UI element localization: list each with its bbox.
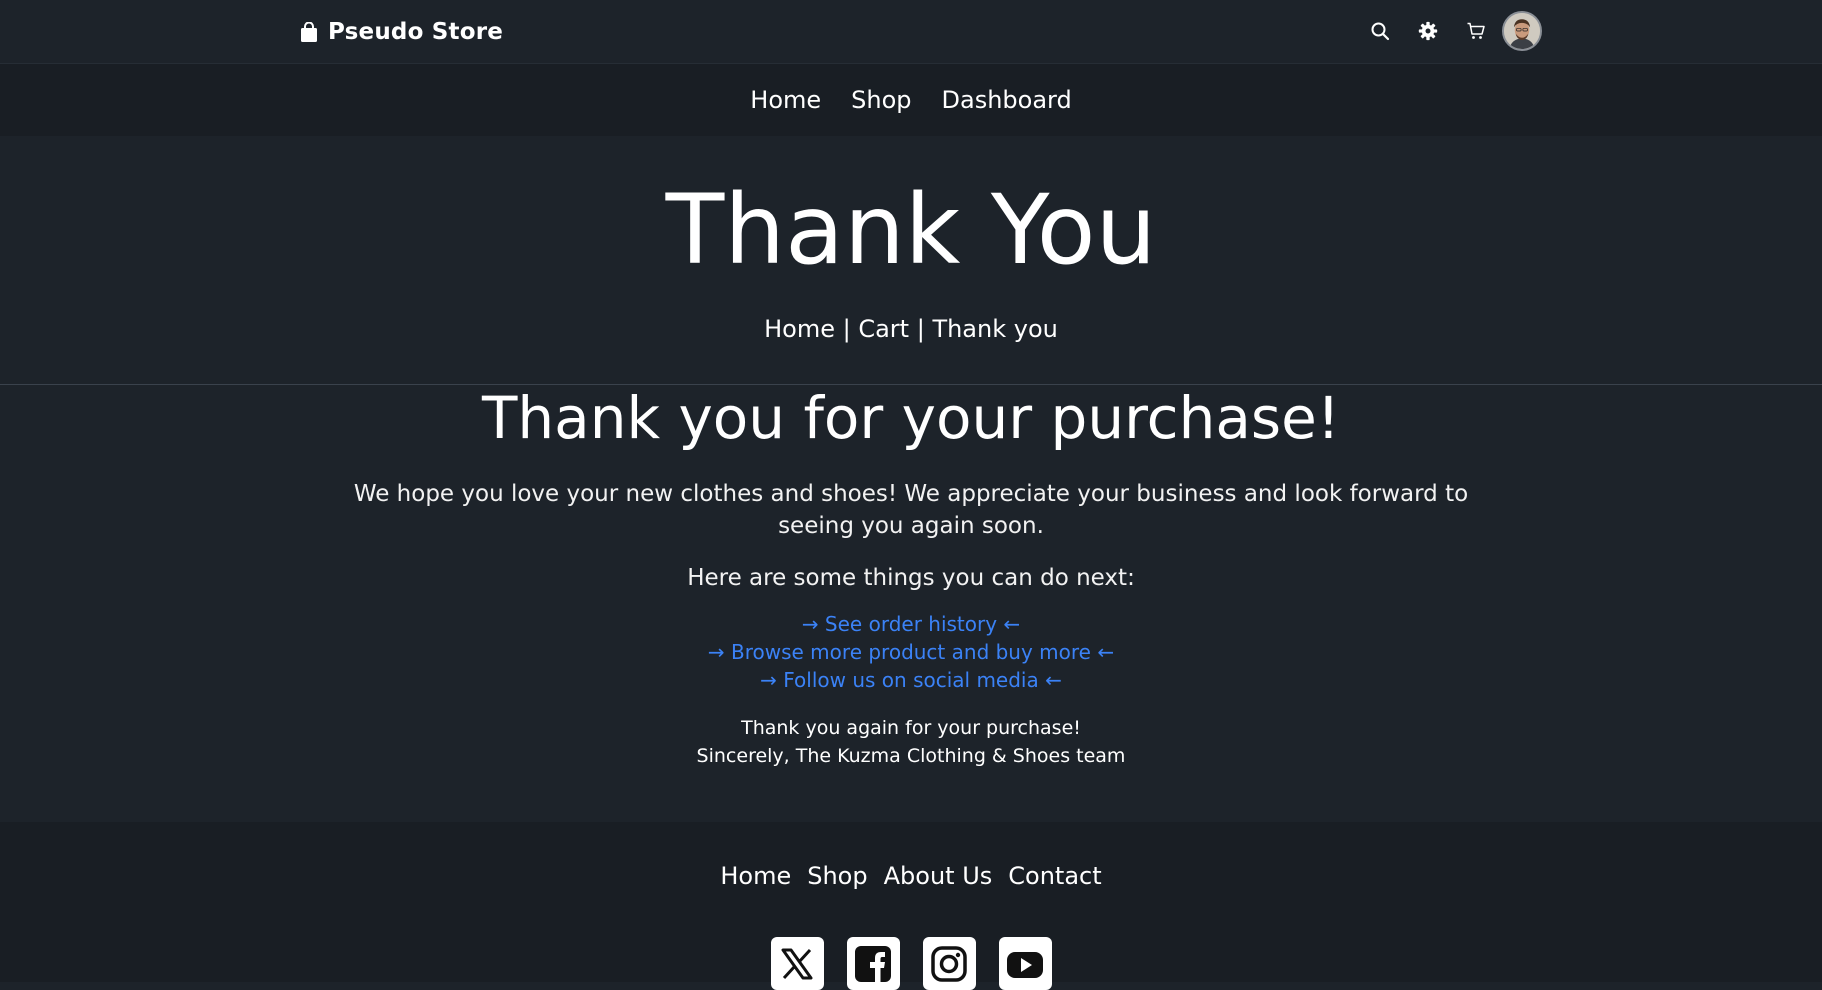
- shopping-bag-icon: [301, 21, 317, 42]
- breadcrumb-separator: |: [835, 315, 859, 343]
- breadcrumb-cart[interactable]: Cart: [858, 315, 909, 343]
- top-header: Pseudo Store: [0, 0, 1822, 64]
- signoff-signature: Sincerely, The Kuzma Clothing & Shoes te…: [696, 745, 1126, 767]
- main-nav: Home Shop Dashboard: [0, 64, 1822, 136]
- youtube-icon: [1007, 951, 1043, 978]
- youtube-link[interactable]: [998, 937, 1052, 990]
- footer-link-shop[interactable]: Shop: [807, 862, 867, 890]
- cart-button[interactable]: [1452, 10, 1500, 52]
- gear-icon: [1418, 21, 1438, 41]
- cart-icon: [1467, 22, 1485, 39]
- footer-link-home[interactable]: Home: [720, 862, 791, 890]
- hero-banner: Thank You Home | Cart | Thank you: [0, 136, 1822, 385]
- avatar-image: [1504, 13, 1540, 49]
- site-footer: Home Shop About Us Contact: [0, 822, 1822, 990]
- thank-you-message: We hope you love your new clothes and sh…: [353, 481, 1469, 539]
- breadcrumb-current: Thank you: [932, 315, 1058, 343]
- brand-logo[interactable]: Pseudo Store: [300, 17, 503, 47]
- facebook-icon: [855, 945, 891, 984]
- footer-link-contact[interactable]: Contact: [1008, 862, 1101, 890]
- signoff: Thank you again for your purchase! Since…: [0, 714, 1822, 770]
- breadcrumb-separator: |: [909, 315, 933, 343]
- signoff-line: Thank you again for your purchase!: [741, 717, 1081, 739]
- theme-settings-button[interactable]: [1404, 10, 1452, 52]
- search-button[interactable]: [1356, 10, 1404, 52]
- nav-home[interactable]: Home: [750, 86, 821, 114]
- search-icon: [1371, 22, 1390, 41]
- instagram-link[interactable]: [922, 937, 976, 990]
- nav-dashboard[interactable]: Dashboard: [942, 86, 1072, 114]
- user-avatar[interactable]: [1502, 11, 1542, 51]
- nav-shop[interactable]: Shop: [851, 86, 911, 114]
- header-actions: [1356, 10, 1542, 52]
- instagram-icon: [931, 945, 967, 982]
- page-title: Thank You: [665, 174, 1157, 286]
- x-icon: [781, 948, 813, 979]
- thank-you-content: Thank you for your purchase! We hope you…: [0, 386, 1822, 770]
- social-media-link[interactable]: → Follow us on social media ←: [0, 666, 1822, 694]
- footer-nav: Home Shop About Us Contact: [0, 862, 1822, 890]
- social-links: [0, 937, 1822, 990]
- order-history-link[interactable]: → See order history ←: [0, 610, 1822, 638]
- breadcrumb: Home | Cart | Thank you: [0, 315, 1822, 344]
- purchase-heading: Thank you for your purchase!: [481, 384, 1341, 452]
- x-link[interactable]: [770, 937, 824, 990]
- facebook-link[interactable]: [846, 937, 900, 990]
- footer-link-about[interactable]: About Us: [884, 862, 993, 890]
- breadcrumb-home[interactable]: Home: [764, 315, 835, 343]
- next-steps-links: → See order history ← → Browse more prod…: [0, 610, 1822, 694]
- next-steps-intro: Here are some things you can do next:: [687, 565, 1135, 591]
- browse-products-link[interactable]: → Browse more product and buy more ←: [0, 638, 1822, 666]
- brand-name: Pseudo Store: [328, 19, 504, 45]
